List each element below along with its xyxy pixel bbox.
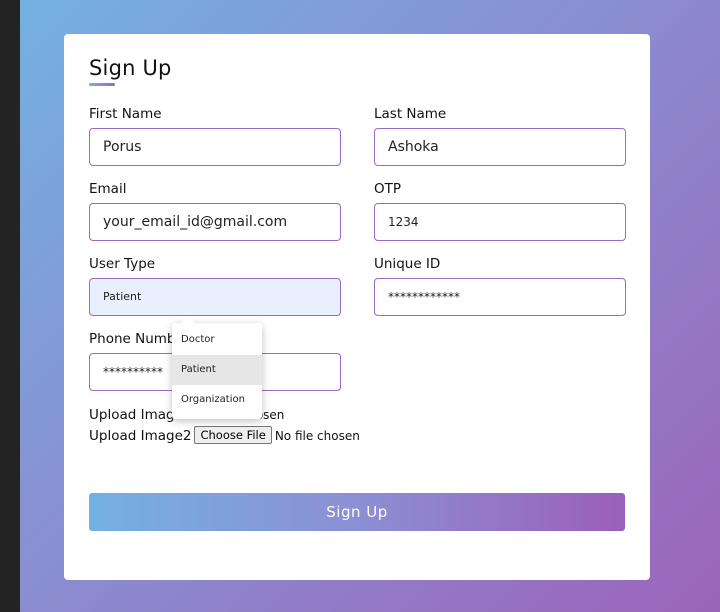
- left-edge-bar: [0, 0, 20, 612]
- first-name-input[interactable]: Porus: [89, 128, 341, 166]
- unique-id-input[interactable]: ************: [374, 278, 626, 316]
- user-type-dropdown: Doctor Patient Organization: [172, 317, 262, 419]
- sign-up-button[interactable]: Sign Up: [89, 493, 625, 531]
- first-name-label: First Name: [89, 106, 162, 122]
- dropdown-caret: [182, 317, 194, 323]
- phone-label: Phone Numb: [89, 331, 176, 347]
- dropdown-option-organization[interactable]: Organization: [172, 385, 262, 415]
- upload-image2-row: Upload Image2 Choose File No file chosen: [89, 426, 360, 444]
- dropdown-option-doctor[interactable]: Doctor: [172, 325, 262, 355]
- otp-label: OTP: [374, 181, 402, 197]
- user-type-label: User Type: [89, 256, 156, 272]
- title-underline: [89, 83, 115, 86]
- upload-image2-choose-button[interactable]: Choose File: [194, 426, 272, 444]
- unique-id-label: Unique ID: [374, 256, 441, 272]
- dropdown-option-patient[interactable]: Patient: [172, 355, 262, 385]
- upload-image2-label: Upload Image2: [89, 428, 192, 444]
- upload-image-label: Upload Imag: [89, 407, 175, 423]
- email-label: Email: [89, 181, 127, 197]
- user-type-select[interactable]: Patient: [89, 278, 341, 316]
- last-name-label: Last Name: [374, 106, 447, 122]
- email-input[interactable]: your_email_id@gmail.com: [89, 203, 341, 241]
- upload-image2-status: No file chosen: [274, 429, 360, 443]
- last-name-input[interactable]: Ashoka: [374, 128, 626, 166]
- otp-input[interactable]: 1234: [374, 203, 626, 241]
- signup-card: Sign Up First Name Porus Last Name Ashok…: [64, 34, 650, 580]
- page-title: Sign Up: [89, 56, 172, 80]
